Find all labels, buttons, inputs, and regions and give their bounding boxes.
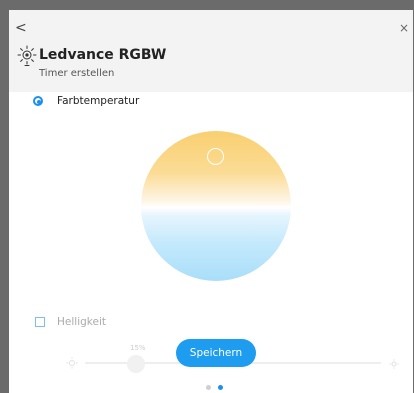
color-temperature-radio[interactable] [33, 96, 43, 106]
dialog-subtitle: Timer erstellen [39, 68, 115, 79]
close-button[interactable]: × [397, 21, 411, 35]
back-button[interactable]: < [15, 20, 29, 36]
light-bulb-icon [17, 45, 37, 66]
color-temperature-label: Farbtemperatur [57, 95, 140, 107]
brightness-label: Helligkeit [57, 316, 106, 328]
brightness-high-icon [389, 359, 399, 369]
brightness-slider-knob[interactable] [127, 355, 145, 373]
brightness-checkbox[interactable] [35, 317, 45, 327]
device-title: Ledvance RGBW [39, 47, 167, 63]
timer-dialog: < × Ledvance RGBW Timer erstellen Farbte… [9, 10, 413, 393]
save-button[interactable]: Speichern [176, 339, 256, 367]
brightness-value: 15% [130, 344, 146, 352]
page-dot-1[interactable] [206, 385, 211, 390]
picker-handle[interactable] [207, 148, 224, 165]
color-temperature-picker[interactable] [141, 131, 291, 281]
page-dot-2-active[interactable] [218, 385, 223, 390]
dialog-header: < × Ledvance RGBW Timer erstellen [9, 10, 413, 92]
brightness-low-icon [66, 357, 78, 369]
